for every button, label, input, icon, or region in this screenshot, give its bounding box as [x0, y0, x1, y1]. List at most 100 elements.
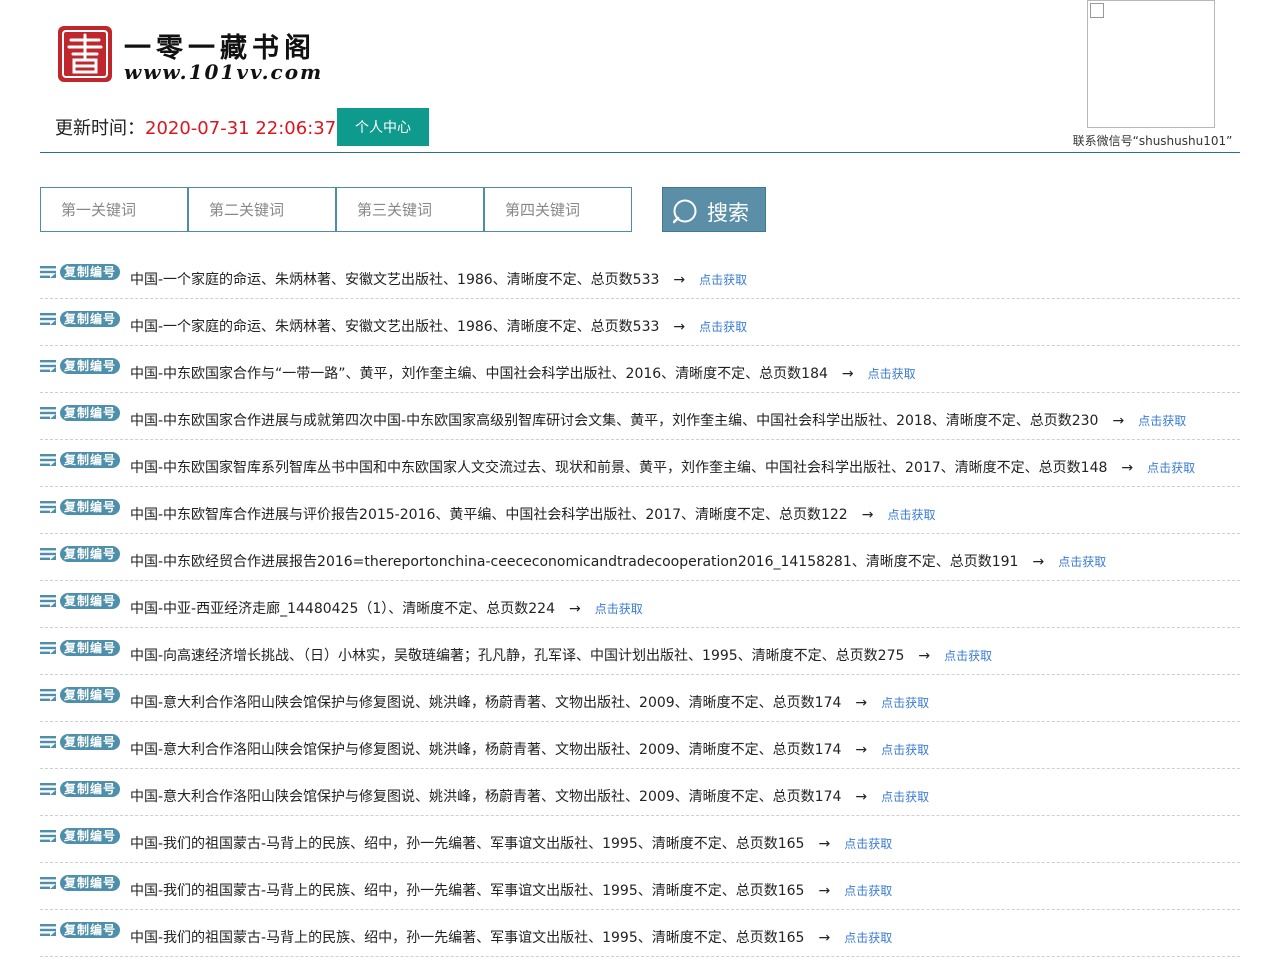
book-title: 中国-中东欧国家合作进展与成就第四次中国-中东欧国家高级别智库研讨会文集、黄平，…: [130, 413, 1099, 429]
list-item: 复制编号 中国-一个家庭的命运、朱炳林著、安徽文艺出版社、1986、清晰度不定、…: [40, 252, 1240, 299]
list-lines-icon: [40, 548, 56, 560]
arrow-icon: →: [818, 836, 831, 852]
site-logo[interactable]: 一零一藏书阁 www.101vv.com: [56, 24, 321, 88]
arrow-icon: →: [855, 695, 868, 711]
search-button-label: 搜索: [707, 201, 749, 225]
get-link[interactable]: 点击获取: [1147, 461, 1195, 475]
keyword-input-3[interactable]: [336, 187, 484, 232]
copy-id-button[interactable]: 复制编号: [60, 264, 121, 280]
qr-code-image: [1087, 0, 1215, 128]
list-lines-icon: [40, 266, 56, 278]
update-info: 更新时间：2020-07-31 22:06:37: [55, 114, 336, 140]
book-title: 中国-我们的祖国蒙古-马背上的民族、绍中，孙一先编著、军事谊文出版社、1995、…: [130, 883, 805, 899]
get-link[interactable]: 点击获取: [1138, 414, 1186, 428]
update-label: 更新时间：: [55, 118, 145, 139]
list-item: 复制编号 中国-我们的祖国蒙古-马背上的民族、绍中，孙一先编著、军事谊文出版社、…: [40, 910, 1240, 957]
search-icon: [673, 199, 697, 224]
arrow-icon: →: [841, 366, 854, 382]
get-link[interactable]: 点击获取: [881, 696, 929, 710]
copy-id-button[interactable]: 复制编号: [60, 311, 121, 327]
get-link[interactable]: 点击获取: [699, 273, 747, 287]
list-lines-icon: [40, 924, 56, 936]
list-lines-icon: [40, 736, 56, 748]
arrow-icon: →: [673, 319, 686, 335]
copy-id-button[interactable]: 复制编号: [60, 546, 121, 562]
copy-id-button[interactable]: 复制编号: [60, 828, 121, 844]
arrow-icon: →: [1032, 554, 1045, 570]
copy-id-button[interactable]: 复制编号: [60, 499, 121, 515]
arrow-icon: →: [855, 742, 868, 758]
list-lines-icon: [40, 407, 56, 419]
get-link[interactable]: 点击获取: [944, 649, 992, 663]
list-lines-icon: [40, 454, 56, 466]
book-list: 复制编号 中国-一个家庭的命运、朱炳林著、安徽文艺出版社、1986、清晰度不定、…: [40, 252, 1240, 957]
list-item: 复制编号 中国-我们的祖国蒙古-马背上的民族、绍中，孙一先编著、军事谊文出版社、…: [40, 816, 1240, 863]
list-item: 复制编号 中国-意大利合作洛阳山陕会馆保护与修复图说、姚洪峰，杨蔚青著、文物出版…: [40, 675, 1240, 722]
list-item: 复制编号 中国-中东欧经贸合作进展报告2016=thereportonchina…: [40, 534, 1240, 581]
get-link[interactable]: 点击获取: [844, 931, 892, 945]
get-link[interactable]: 点击获取: [887, 508, 935, 522]
get-link[interactable]: 点击获取: [881, 790, 929, 804]
copy-id-button[interactable]: 复制编号: [60, 593, 121, 609]
get-link[interactable]: 点击获取: [595, 602, 643, 616]
list-lines-icon: [40, 877, 56, 889]
list-item: 复制编号 中国-中东欧国家合作与“一带一路”、黄平，刘作奎主编、中国社会科学出版…: [40, 346, 1240, 393]
get-link[interactable]: 点击获取: [868, 367, 916, 381]
copy-id-button[interactable]: 复制编号: [60, 781, 121, 797]
arrow-icon: →: [861, 507, 874, 523]
copy-id-button[interactable]: 复制编号: [60, 358, 121, 374]
book-title: 中国-中东欧智库合作进展与评价报告2015-2016、黄平编、中国社会科学出版社…: [130, 507, 848, 523]
copy-id-button[interactable]: 复制编号: [60, 922, 121, 938]
list-item: 复制编号 中国-一个家庭的命运、朱炳林著、安徽文艺出版社、1986、清晰度不定、…: [40, 299, 1240, 346]
arrow-icon: →: [818, 930, 831, 946]
keyword-input-4[interactable]: [484, 187, 632, 232]
get-link[interactable]: 点击获取: [1058, 555, 1106, 569]
get-link[interactable]: 点击获取: [881, 743, 929, 757]
copy-id-button[interactable]: 复制编号: [60, 405, 121, 421]
copy-id-button[interactable]: 复制编号: [60, 875, 121, 891]
book-title: 中国-中亚-西亚经济走廊_14480425（1）、清晰度不定、总页数224: [130, 601, 555, 617]
get-link[interactable]: 点击获取: [844, 884, 892, 898]
book-seal-icon: [58, 26, 112, 82]
list-lines-icon: [40, 360, 56, 372]
list-lines-icon: [40, 830, 56, 842]
list-lines-icon: [40, 642, 56, 654]
get-link[interactable]: 点击获取: [699, 320, 747, 334]
book-title: 中国-中东欧经贸合作进展报告2016=thereportonchina-ceec…: [130, 554, 1019, 570]
book-title: 中国-我们的祖国蒙古-马背上的民族、绍中，孙一先编著、军事谊文出版社、1995、…: [130, 836, 805, 852]
list-item: 复制编号 中国-我们的祖国蒙古-马背上的民族、绍中，孙一先编著、军事谊文出版社、…: [40, 863, 1240, 910]
book-title: 中国-意大利合作洛阳山陕会馆保护与修复图说、姚洪峰，杨蔚青著、文物出版社、200…: [130, 695, 842, 711]
keyword-input-1[interactable]: [40, 187, 188, 232]
list-lines-icon: [40, 783, 56, 795]
list-lines-icon: [40, 501, 56, 513]
qr-caption: 联系微信号“shushushu101”: [1072, 134, 1233, 148]
book-title: 中国-向高速经济增长挑战、（日）小林实，吴敬琏编著；孔凡静，孔军译、中国计划出版…: [130, 648, 905, 664]
book-title: 中国-中东欧国家合作与“一带一路”、黄平，刘作奎主编、中国社会科学出版社、201…: [130, 366, 828, 382]
list-item: 复制编号 中国-向高速经济增长挑战、（日）小林实，吴敬琏编著；孔凡静，孔军译、中…: [40, 628, 1240, 675]
book-title: 中国-一个家庭的命运、朱炳林著、安徽文艺出版社、1986、清晰度不定、总页数53…: [130, 272, 660, 288]
list-item: 复制编号 中国-中亚-西亚经济走廊_14480425（1）、清晰度不定、总页数2…: [40, 581, 1240, 628]
book-title: 中国-我们的祖国蒙古-马背上的民族、绍中，孙一先编著、军事谊文出版社、1995、…: [130, 930, 805, 946]
broken-image-icon: [1090, 3, 1104, 18]
arrow-icon: →: [855, 789, 868, 805]
update-time: 2020-07-31 22:06:37: [145, 118, 337, 139]
list-lines-icon: [40, 313, 56, 325]
page-header: 一零一藏书阁 www.101vv.com 更新时间：2020-07-31 22:…: [40, 0, 1240, 153]
arrow-icon: →: [1121, 460, 1134, 476]
copy-id-button[interactable]: 复制编号: [60, 640, 121, 656]
book-title: 中国-意大利合作洛阳山陕会馆保护与修复图说、姚洪峰，杨蔚青著、文物出版社、200…: [130, 789, 842, 805]
arrow-icon: →: [569, 601, 581, 617]
arrow-icon: →: [818, 883, 831, 899]
user-center-button[interactable]: 个人中心: [337, 108, 429, 146]
copy-id-button[interactable]: 复制编号: [60, 687, 121, 703]
arrow-icon: →: [673, 272, 686, 288]
get-link[interactable]: 点击获取: [844, 837, 892, 851]
copy-id-button[interactable]: 复制编号: [60, 734, 121, 750]
copy-id-button[interactable]: 复制编号: [60, 452, 121, 468]
book-title: 中国-一个家庭的命运、朱炳林著、安徽文艺出版社、1986、清晰度不定、总页数53…: [130, 319, 660, 335]
list-item: 复制编号 中国-中东欧国家合作进展与成就第四次中国-中东欧国家高级别智库研讨会文…: [40, 393, 1240, 440]
keyword-input-2[interactable]: [188, 187, 336, 232]
list-item: 复制编号 中国-中东欧智库合作进展与评价报告2015-2016、黄平编、中国社会…: [40, 487, 1240, 534]
search-button[interactable]: 搜索: [662, 187, 766, 232]
list-item: 复制编号 中国-意大利合作洛阳山陕会馆保护与修复图说、姚洪峰，杨蔚青著、文物出版…: [40, 722, 1240, 769]
